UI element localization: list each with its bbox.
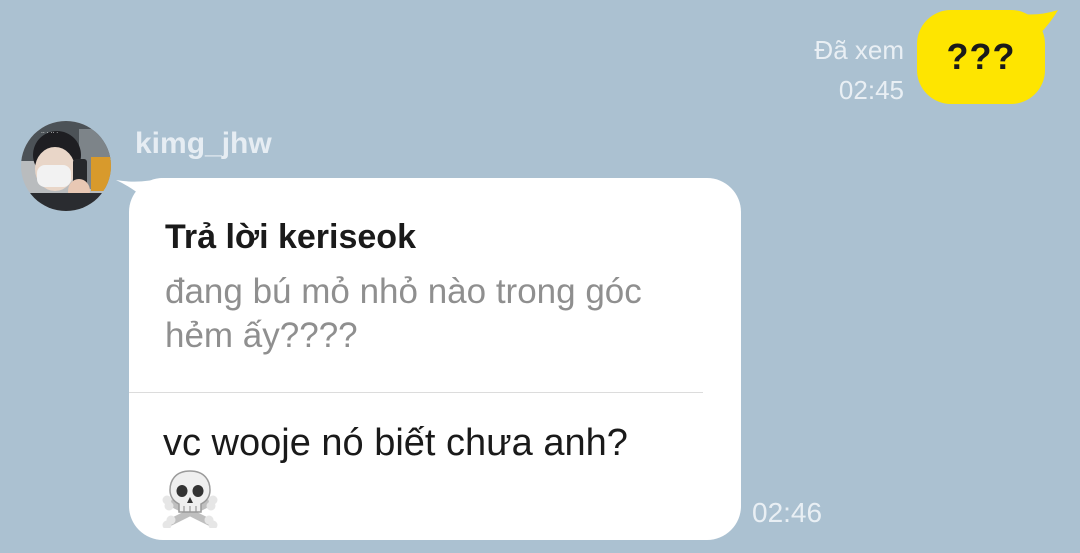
incoming-message-bubble[interactable]: Trả lời keriseok đang bú mỏ nhỏ nào tron… xyxy=(129,178,741,540)
incoming-time: 02:46 xyxy=(752,497,823,528)
outgoing-message-bubble[interactable]: ??? xyxy=(917,10,1045,104)
reply-title[interactable]: Trả lời keriseok xyxy=(165,218,416,257)
outgoing-message-text: ??? xyxy=(946,36,1016,77)
svg-text:·· · ·· ·: ·· · ·· · xyxy=(41,130,58,137)
incoming-message-text: vc wooje nó biết chưa anh? xyxy=(163,422,628,464)
avatar-photo: ·· · ·· · xyxy=(21,121,111,211)
reply-quote[interactable]: đang bú mỏ nhỏ nào trong góc hẻm ấy???? xyxy=(165,270,685,358)
skull-and-crossbones-icon xyxy=(162,470,218,528)
read-status: Đã xem xyxy=(814,35,904,65)
reply-divider xyxy=(129,392,703,393)
avatar[interactable]: ·· · ·· · xyxy=(21,121,111,211)
sender-name[interactable]: kimg_jhw xyxy=(135,127,272,161)
outgoing-time: 02:45 xyxy=(838,75,904,105)
outgoing-meta: Đã xem 02:45 xyxy=(814,30,904,110)
